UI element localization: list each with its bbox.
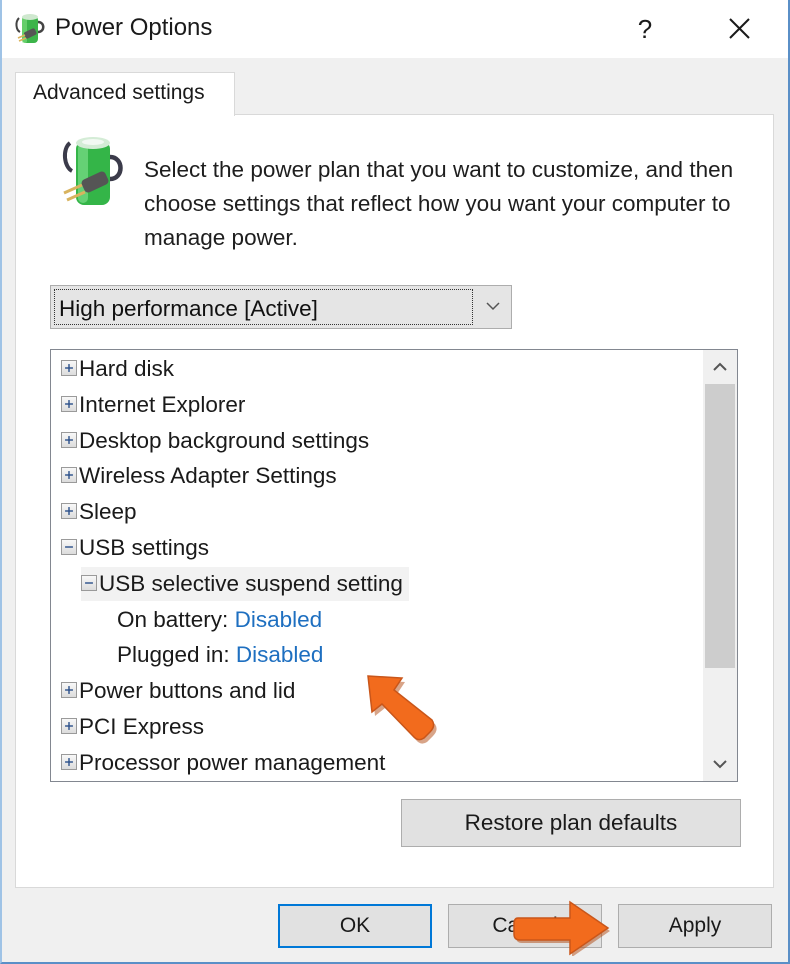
power-plan-select[interactable]: High performance [Active] (50, 285, 512, 329)
close-icon (729, 18, 750, 39)
tree-node[interactable]: Hard disk (61, 352, 174, 386)
collapse-icon[interactable] (61, 539, 77, 556)
vertical-scrollbar[interactable] (703, 350, 737, 781)
tree-node[interactable]: Processor power management (61, 746, 385, 780)
tree-node[interactable]: PCI Express (61, 710, 204, 744)
setting-value-row[interactable]: Plugged in: Disabled (117, 638, 323, 672)
tree-node[interactable]: USB settings (61, 531, 209, 565)
setting-value-row[interactable]: On battery: Disabled (117, 603, 322, 637)
chevron-up-icon (713, 362, 727, 371)
focus-rect: High performance [Active] (54, 289, 473, 325)
tab-advanced-settings[interactable]: Advanced settings (15, 72, 235, 116)
close-button[interactable] (714, 6, 764, 52)
setting-value-link[interactable]: Disabled (235, 607, 323, 632)
tree-node-label: Sleep (79, 499, 137, 525)
tree-node-label: Desktop background settings (79, 427, 370, 453)
tree-node-label: Processor power management (79, 749, 386, 775)
tree-node[interactable]: Sleep (61, 495, 137, 529)
tree-node[interactable]: Wireless Adapter Settings (61, 459, 337, 493)
tree-node-label: On battery: (117, 606, 229, 632)
expand-icon[interactable] (61, 682, 77, 699)
tree-node-label: Hard disk (79, 356, 175, 381)
collapse-icon[interactable] (81, 574, 97, 591)
scroll-thumb[interactable] (705, 384, 735, 668)
power-options-dialog: Power Options ? Advanced settings Select… (0, 0, 790, 964)
expand-icon[interactable] (61, 503, 77, 520)
expand-icon[interactable] (61, 360, 77, 377)
help-button[interactable]: ? (622, 6, 668, 52)
tree-node-label: Internet Explorer (79, 391, 246, 417)
power-plan-icon (15, 14, 45, 43)
tree-node[interactable]: USB selective suspend setting (81, 566, 409, 601)
tree-node-label: Plugged in: (117, 642, 230, 668)
advanced-settings-panel: Select the power plan that you want to c… (15, 114, 774, 888)
tab-label: Advanced settings (33, 81, 205, 104)
setting-value-link[interactable]: Disabled (236, 642, 324, 667)
scroll-down-button[interactable] (703, 747, 737, 781)
expand-icon[interactable] (61, 753, 77, 770)
tree-node-label: PCI Express (79, 714, 205, 739)
tree-node[interactable]: Power buttons and lid (61, 674, 295, 708)
tree-node[interactable]: Desktop background settings (61, 424, 369, 458)
chevron-down-icon (713, 760, 727, 769)
apply-button[interactable]: Apply (618, 904, 772, 948)
scroll-up-button[interactable] (703, 350, 737, 384)
chevron-down-icon[interactable] (481, 296, 505, 316)
tree-node-label: Wireless Adapter Settings (79, 463, 337, 489)
tree-node[interactable]: Internet Explorer (61, 388, 245, 422)
expand-icon[interactable] (61, 395, 77, 412)
expand-icon[interactable] (61, 467, 77, 484)
selected-plan: High performance [Active] (59, 296, 318, 321)
description-text: Select the power plan that you want to c… (144, 157, 734, 250)
annotation-arrow-icon (513, 900, 610, 956)
window-title: Power Options (55, 14, 213, 41)
tree-node-label: USB settings (79, 535, 210, 560)
ok-button[interactable]: OK (278, 904, 432, 948)
power-plan-large-icon (63, 137, 123, 205)
restore-plan-defaults-button[interactable]: Restore plan defaults (401, 799, 741, 847)
expand-icon[interactable] (61, 718, 77, 735)
expand-icon[interactable] (61, 431, 77, 448)
title-bar: Power Options ? (2, 0, 788, 58)
annotation-arrow-icon (367, 675, 437, 744)
tree-node-label: Power buttons and lid (79, 678, 296, 704)
tree-node-label: USB selective suspend setting (99, 570, 403, 596)
